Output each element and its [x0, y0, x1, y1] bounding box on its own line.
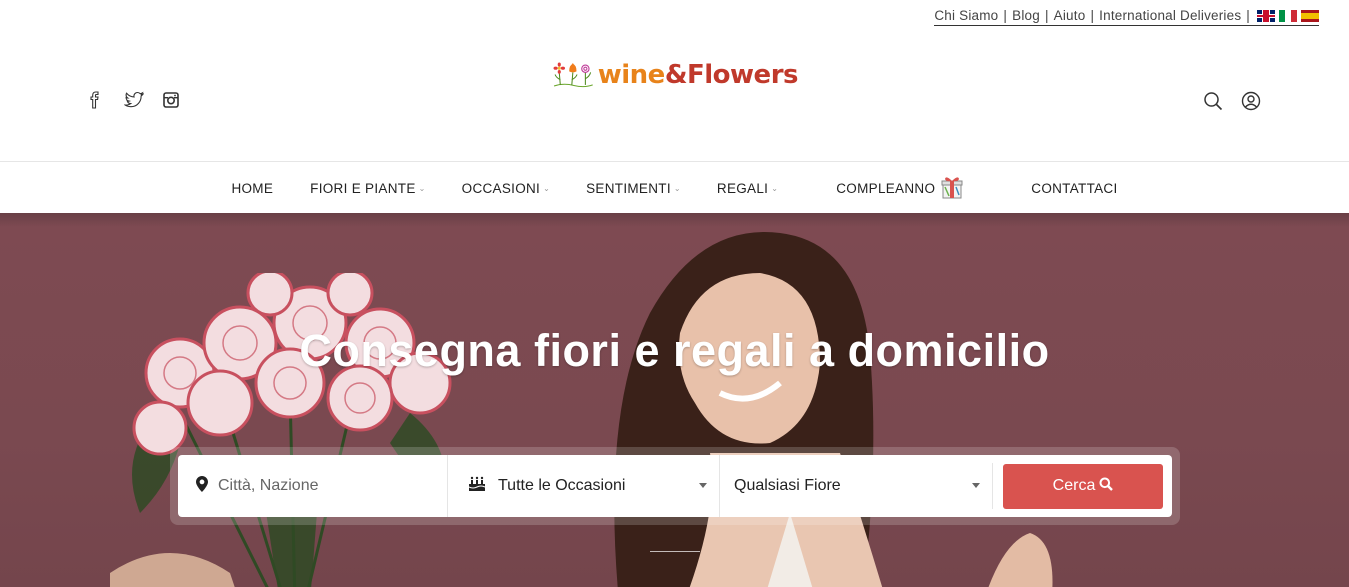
search-icon — [1099, 477, 1114, 496]
instagram-icon[interactable] — [162, 91, 180, 109]
gift-icon — [941, 175, 963, 202]
nav-item-home[interactable]: HOME — [231, 181, 273, 196]
chevron-down-icon: ⌄ — [543, 183, 551, 193]
nav-item-label: SENTIMENTI — [586, 180, 671, 196]
nav-item-label: REGALI — [716, 180, 769, 196]
user-icon[interactable] — [1241, 91, 1261, 116]
nav-item-label: COMPLEANNO — [836, 180, 936, 196]
chevron-down-icon: ⌄ — [673, 183, 681, 193]
logo-word-flowers: Flowers — [687, 60, 799, 90]
logo-text: wine&Flowers — [597, 60, 799, 90]
city-input[interactable] — [218, 477, 438, 495]
twitter-icon[interactable] — [123, 91, 145, 109]
dropdown-arrow-icon — [699, 483, 707, 488]
spain-flag-icon[interactable] — [1301, 9, 1319, 22]
chevron-down-icon: ⌄ — [771, 183, 779, 193]
hero-title: Consegna fiori e regali a domicilio — [299, 325, 1050, 376]
site-header: wine&Flowers — [0, 36, 1349, 162]
logo-ampersand: & — [664, 60, 688, 90]
link-aiuto[interactable]: Aiuto — [1054, 8, 1086, 23]
link-international-deliveries[interactable]: International Deliveries — [1099, 8, 1241, 23]
main-navigation: HOME FIORI E PIANTE ⌄ OCCASIONI ⌄ SENTIM… — [0, 163, 1349, 213]
hero-banner: Consegna fiori e regali a domicilio Tutt… — [0, 213, 1349, 587]
nav-item-sentimenti[interactable]: SENTIMENTI ⌄ — [586, 181, 681, 196]
uk-flag-icon[interactable] — [1257, 9, 1275, 22]
dropdown-arrow-icon — [972, 483, 980, 488]
header-tools — [1203, 91, 1261, 116]
separator: | — [1090, 8, 1095, 23]
nav-item-regali[interactable]: REGALI ⌄ — [717, 181, 778, 196]
search-form: Tutte le Occasioni Qualsiasi Fiore Cerca — [178, 455, 1172, 517]
nav-item-label: CONTATTACI — [1031, 180, 1118, 196]
nav-item-label: HOME — [231, 180, 274, 196]
smiling-woman-image — [614, 232, 1053, 587]
social-links — [86, 91, 180, 109]
site-logo[interactable]: wine&Flowers — [553, 50, 799, 100]
top-utility-bar: Chi Siamo | Blog | Aiuto | International… — [0, 0, 1349, 36]
search-button-label: Cerca — [1052, 477, 1096, 494]
map-pin-icon — [196, 475, 208, 497]
nav-item-contattaci[interactable]: CONTATTACI — [1031, 181, 1117, 196]
nav-item-occasioni[interactable]: OCCASIONI ⌄ — [462, 181, 550, 196]
flower-select[interactable]: Qualsiasi Fiore — [720, 455, 992, 517]
separator: | — [1044, 8, 1049, 23]
divider — [992, 463, 993, 509]
nav-item-label: OCCASIONI — [461, 180, 541, 196]
search-button[interactable]: Cerca — [1003, 463, 1163, 509]
rose-bouquet-image — [110, 273, 452, 587]
occasion-value: Tutte le Occasioni — [498, 477, 626, 494]
nav-item-compleanno[interactable]: COMPLEANNO — [836, 175, 963, 202]
separator: | — [1003, 8, 1008, 23]
flowers-logo-icon — [553, 62, 593, 88]
italy-flag-icon[interactable] — [1279, 9, 1297, 22]
nav-item-label: FIORI E PIANTE — [310, 180, 416, 196]
top-links: Chi Siamo | Blog | Aiuto | International… — [934, 8, 1319, 26]
chevron-down-icon: ⌄ — [418, 183, 426, 193]
city-field[interactable] — [178, 455, 448, 517]
facebook-icon[interactable] — [86, 91, 104, 109]
link-chi-siamo[interactable]: Chi Siamo — [934, 8, 998, 23]
link-blog[interactable]: Blog — [1012, 8, 1040, 23]
separator: | — [1246, 8, 1250, 23]
search-icon[interactable] — [1203, 91, 1223, 116]
decorative-divider — [650, 551, 700, 552]
flower-value: Qualsiasi Fiore — [734, 477, 841, 494]
occasion-select[interactable]: Tutte le Occasioni — [448, 455, 720, 517]
nav-item-fiori-e-piante[interactable]: FIORI E PIANTE ⌄ — [310, 181, 425, 196]
logo-word-wine: wine — [597, 60, 666, 90]
search-panel: Tutte le Occasioni Qualsiasi Fiore Cerca — [170, 447, 1180, 525]
birthday-cake-icon — [468, 476, 486, 497]
